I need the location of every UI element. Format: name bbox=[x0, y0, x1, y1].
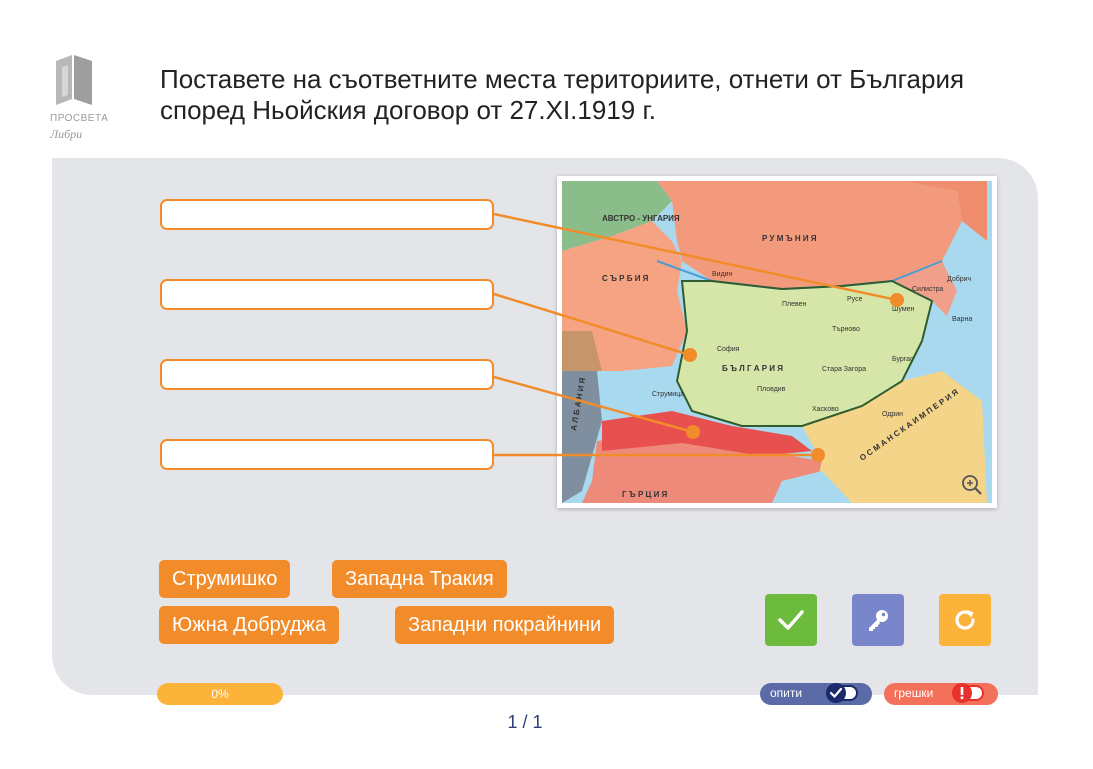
map-label-haskovo: Хасково bbox=[812, 406, 839, 413]
map-label-romania: Р У М Ъ Н И Я bbox=[762, 234, 817, 243]
map-label-silistra: Силистра bbox=[912, 286, 944, 293]
map-label-serbia: С Ъ Р Б И Я bbox=[602, 274, 649, 283]
book-logo-icon bbox=[56, 55, 92, 105]
progress-bar: 0% bbox=[157, 683, 283, 705]
show-answer-button[interactable] bbox=[852, 594, 904, 646]
map-label-ruse: Русе bbox=[847, 296, 863, 303]
drop-target-1[interactable] bbox=[160, 199, 494, 230]
reset-button[interactable] bbox=[939, 594, 991, 646]
map-label-varna: Варна bbox=[952, 316, 972, 323]
map-label-shumen: Шумен bbox=[892, 306, 915, 313]
errors-label: грешки bbox=[894, 686, 934, 700]
map-label-greece: Г Ъ Р Ц И Я bbox=[622, 490, 668, 499]
map-label-stara-zagora: Стара Загора bbox=[822, 366, 866, 373]
answer-chip-zapadni-pokraynini[interactable]: Западни покрайнини bbox=[395, 606, 615, 644]
answer-chip-yuzhna-dobrudzha[interactable]: Южна Добруджа bbox=[159, 606, 340, 644]
map-label-plovdiv: Пловдив bbox=[757, 386, 786, 393]
key-icon bbox=[869, 610, 888, 631]
logo-brand-line1: ПРОСВЕТА bbox=[50, 113, 109, 124]
attempts-indicator: опити bbox=[760, 683, 872, 705]
check-button[interactable] bbox=[765, 594, 817, 646]
map-label-dobrich: Добрич bbox=[947, 275, 972, 283]
map-label-sofia: София bbox=[717, 346, 740, 353]
attempts-toggle bbox=[826, 683, 858, 703]
map-label-austria-hungary: АВСТРО - УНГАРИЯ bbox=[602, 214, 680, 223]
logo-brand-line2: Либри bbox=[50, 127, 83, 141]
map-label-bulgaria: Б Ъ Л Г А Р И Я bbox=[722, 364, 783, 373]
drop-target-4[interactable] bbox=[160, 439, 494, 470]
answer-chip-strumishko[interactable]: Струмишко bbox=[159, 560, 291, 598]
page-indicator: 1 / 1 bbox=[507, 712, 543, 732]
map-image: АВСТРО - УНГАРИЯ Р У М Ъ Н И Я С Ъ Р Б И… bbox=[562, 181, 992, 503]
drop-target-2[interactable] bbox=[160, 279, 494, 310]
question-text: Поставете на съответните места територии… bbox=[160, 64, 965, 125]
errors-toggle bbox=[952, 683, 984, 703]
historical-map: АВСТРО - УНГАРИЯ Р У М Ъ Н И Я С Ъ Р Б И… bbox=[557, 176, 997, 508]
errors-indicator: грешки bbox=[884, 683, 998, 705]
check-icon bbox=[778, 610, 804, 630]
checkmark-icon bbox=[826, 683, 846, 703]
reset-icon bbox=[955, 610, 975, 630]
attempts-label: опити bbox=[770, 686, 803, 700]
map-label-tarnovo: Търново bbox=[832, 326, 860, 333]
drop-target-3[interactable] bbox=[160, 359, 494, 390]
map-label-vidin: Видин bbox=[712, 271, 733, 278]
prosveta-logo: ПРОСВЕТА Либри bbox=[50, 55, 108, 150]
map-label-pleven: Плевен bbox=[782, 301, 807, 308]
answer-chip-zapadna-trakia[interactable]: Западна Тракия bbox=[332, 560, 507, 598]
map-label-edirne: Одрин bbox=[882, 411, 903, 418]
map-label-strumitsa: Струмица bbox=[652, 391, 684, 398]
exclamation-icon bbox=[952, 683, 972, 703]
map-label-burgas: Бургас bbox=[892, 356, 914, 363]
